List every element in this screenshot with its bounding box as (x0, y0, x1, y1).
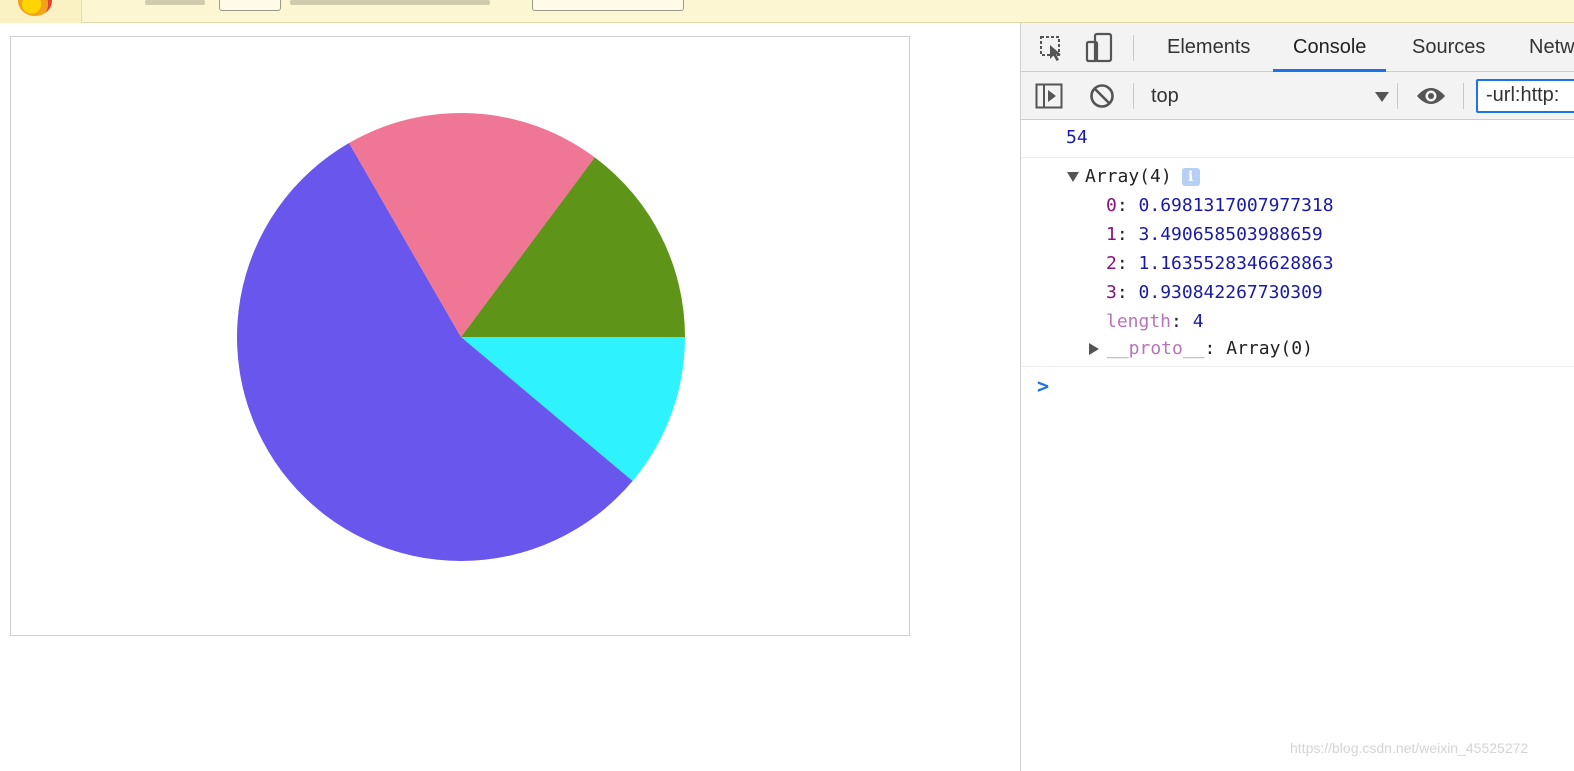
tab-separator (1133, 35, 1134, 61)
notification-bar (0, 0, 1574, 23)
pie-chart (237, 112, 685, 561)
info-icon[interactable]: i (1181, 168, 1200, 186)
tab-sources[interactable]: Sources (1392, 23, 1505, 72)
chevron-down-icon (1375, 92, 1389, 102)
array-value: 0.6981317007977318 (1138, 195, 1334, 216)
array-item-2: 2: 1.1635528346628863 (1106, 253, 1334, 274)
watermark: https://blog.csdn.net/weixin_45525272 (1290, 740, 1529, 756)
array-index: 2 (1106, 253, 1117, 274)
proto-key: __proto__ (1107, 338, 1205, 359)
console-row-separator-2 (1021, 366, 1574, 367)
array-value: 3.490658503988659 (1138, 224, 1323, 245)
console-row-separator (1021, 157, 1574, 158)
console-log-number: 54 (1066, 127, 1088, 148)
array-expander[interactable]: Array(4) i (1067, 166, 1200, 187)
triangle-right-icon (1089, 343, 1099, 355)
inspect-element-icon[interactable] (1037, 33, 1067, 63)
array-item-1: 1: 3.490658503988659 (1106, 224, 1323, 245)
tab-network[interactable]: Netw (1509, 23, 1574, 72)
console-prompt[interactable]: > (1037, 374, 1049, 398)
notification-action-button[interactable] (532, 0, 684, 11)
context-value: top (1151, 85, 1179, 107)
length-value: 4 (1192, 311, 1204, 332)
proto-value: Array(0) (1226, 338, 1313, 359)
array-item-3: 3: 0.930842267730309 (1106, 282, 1323, 303)
devtools-panel: Elements Console Sources Netw top -url:h… (1020, 23, 1574, 771)
notification-button[interactable] (219, 0, 281, 11)
logo-icon (18, 0, 52, 16)
proto-expander[interactable]: __proto__: Array(0) (1089, 338, 1313, 359)
toolbar-separator (1133, 83, 1134, 109)
array-value: 0.930842267730309 (1138, 282, 1323, 303)
clear-console-icon[interactable] (1088, 82, 1116, 110)
array-item-0: 0: 0.6981317007977318 (1106, 195, 1334, 216)
notification-text-2 (290, 0, 490, 5)
devtools-tab-bar: Elements Console Sources Netw (1021, 23, 1574, 72)
toolbar-separator-3 (1463, 83, 1464, 109)
context-selector[interactable]: top (1151, 80, 1389, 112)
device-toolbar-icon[interactable] (1083, 31, 1115, 65)
console-toolbar: top -url:http: (1021, 72, 1574, 120)
array-length: length: 4 (1106, 311, 1204, 332)
canvas-frame (10, 36, 910, 636)
toolbar-separator-2 (1397, 83, 1398, 109)
notification-text (145, 0, 205, 5)
array-label: Array(4) (1085, 166, 1172, 187)
triangle-down-icon (1067, 172, 1079, 182)
browser-logo (0, 0, 82, 23)
array-index: 0 (1106, 195, 1117, 216)
show-sidebar-icon[interactable] (1035, 82, 1063, 110)
array-index: 1 (1106, 224, 1117, 245)
console-filter-input[interactable]: -url:http: (1476, 79, 1574, 113)
length-key: length (1106, 311, 1172, 332)
live-expression-eye-icon[interactable] (1415, 82, 1447, 110)
tab-console[interactable]: Console (1273, 23, 1387, 72)
array-index: 3 (1106, 282, 1117, 303)
array-value: 1.1635528346628863 (1138, 253, 1334, 274)
tab-elements[interactable]: Elements (1147, 23, 1270, 72)
